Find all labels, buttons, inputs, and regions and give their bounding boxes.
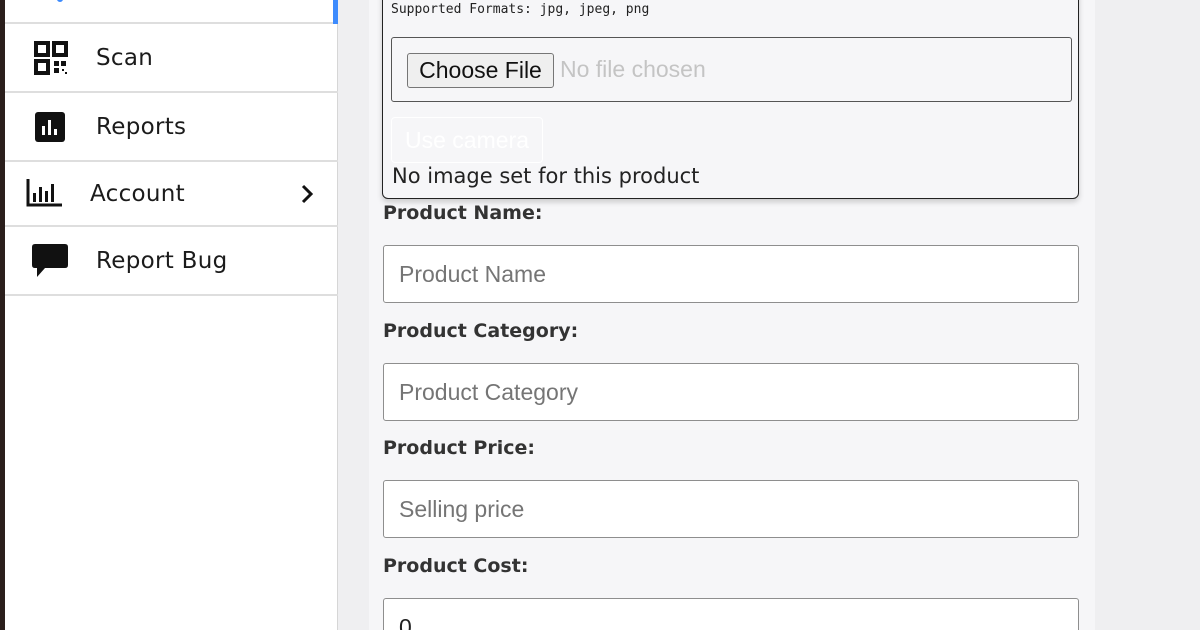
sidebar-item-label: Report Bug xyxy=(96,247,228,274)
chevron-right-icon xyxy=(301,184,314,203)
sidebar-item-reports[interactable]: Reports xyxy=(5,93,338,162)
sidebar-item-report-bug[interactable]: Report Bug xyxy=(5,227,338,296)
product-price-label: Product Price: xyxy=(383,437,535,459)
product-cost-label: Product Cost: xyxy=(383,555,529,577)
sidebar-item-scan[interactable]: Scan xyxy=(5,24,338,93)
file-input[interactable]: Choose File No file chosen xyxy=(391,37,1072,102)
image-upload-card: Supported Formats: jpg, jpeg, png Choose… xyxy=(382,0,1079,199)
product-category-label: Product Category: xyxy=(383,320,579,342)
product-price-input[interactable] xyxy=(383,480,1079,538)
use-camera-button[interactable]: Use camera xyxy=(391,117,543,163)
sidebar-item-account[interactable]: Account xyxy=(5,162,338,227)
supported-formats-text: Supported Formats: jpg, jpeg, png xyxy=(391,2,650,17)
reports-chart-icon xyxy=(35,112,65,142)
sidebar-item-active[interactable] xyxy=(5,0,338,24)
choose-file-button[interactable]: Choose File xyxy=(407,53,554,88)
chat-bubble-icon xyxy=(32,244,68,277)
sidebar-item-label: Scan xyxy=(96,44,154,71)
qr-code-icon xyxy=(34,41,68,75)
active-indicator-dot xyxy=(57,0,63,2)
product-cost-input[interactable] xyxy=(383,598,1079,630)
product-category-input[interactable] xyxy=(383,363,1079,421)
file-status-text: No file chosen xyxy=(560,56,706,82)
sidebar: Scan Reports Account Report Bug xyxy=(5,0,338,630)
product-form-panel: Supported Formats: jpg, jpeg, png Choose… xyxy=(369,0,1095,630)
product-name-label: Product Name: xyxy=(383,202,543,224)
sidebar-item-label: Account xyxy=(90,180,185,207)
image-status-text: No image set for this product xyxy=(392,164,700,188)
sidebar-item-label: Reports xyxy=(96,113,187,140)
product-name-input[interactable] xyxy=(383,245,1079,303)
active-indicator-bar xyxy=(333,0,338,24)
bar-chart-icon xyxy=(26,179,62,207)
